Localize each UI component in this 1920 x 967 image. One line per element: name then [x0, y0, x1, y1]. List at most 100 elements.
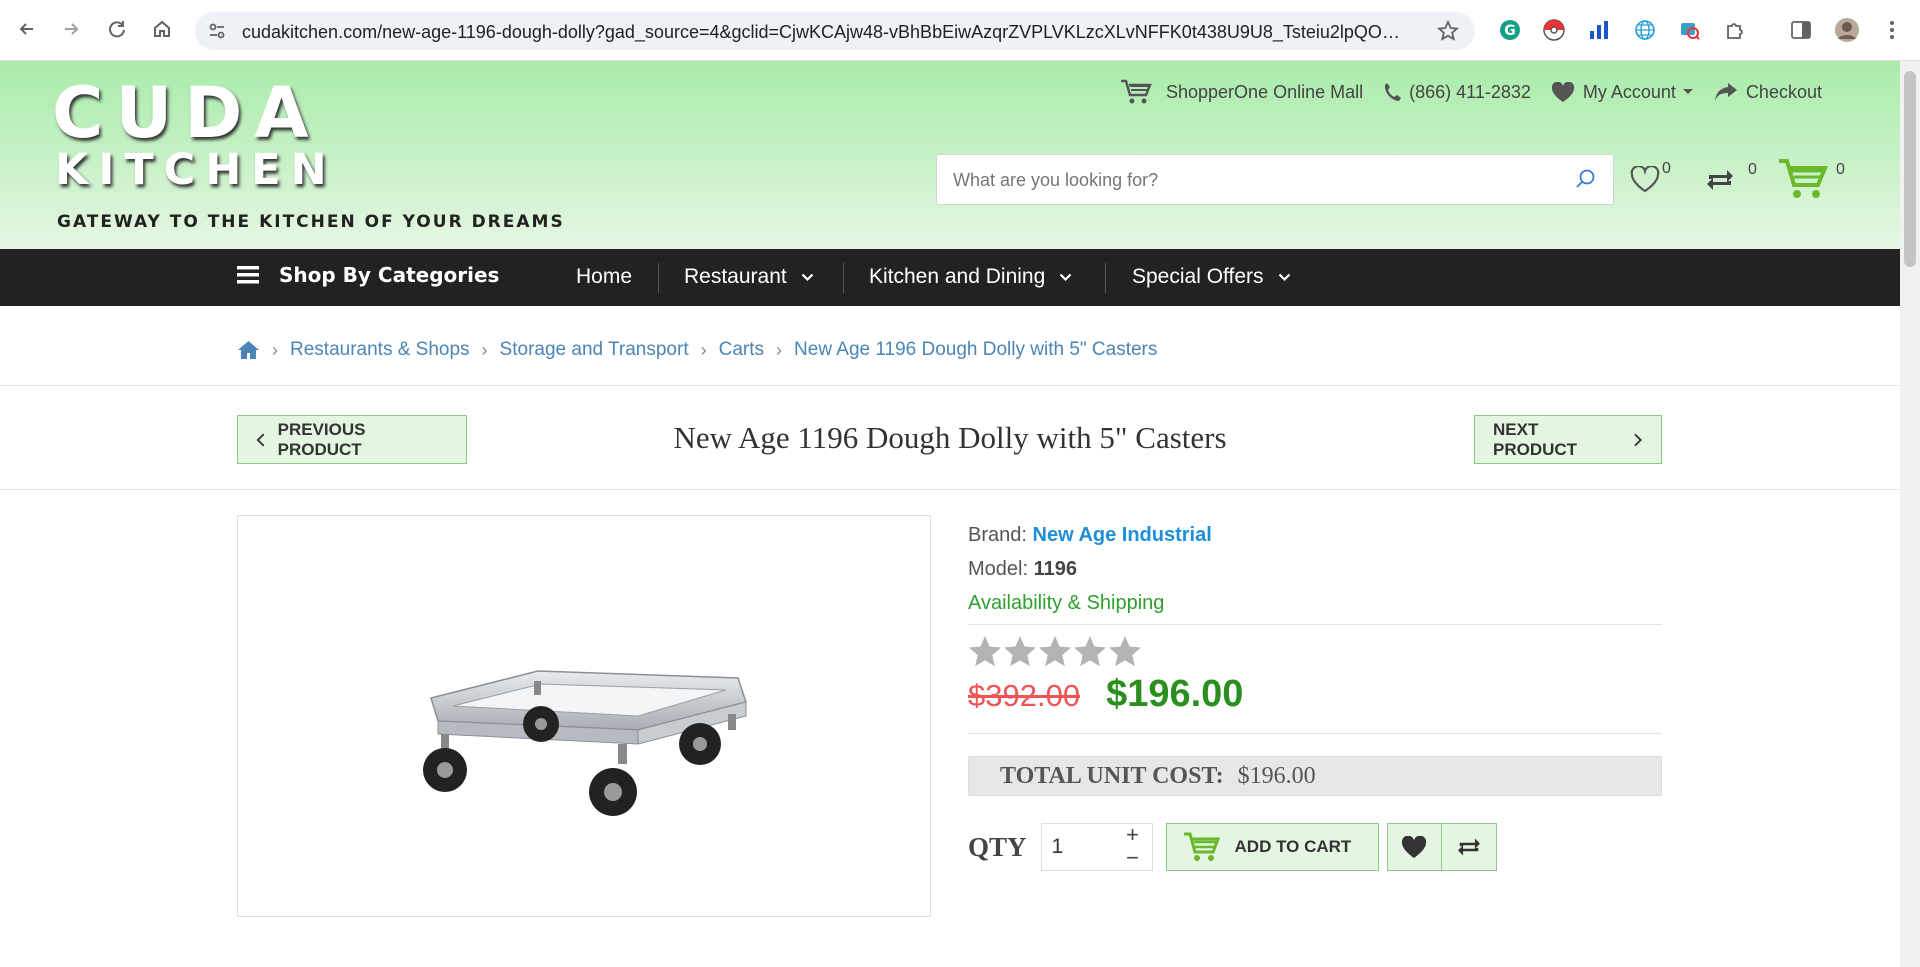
purchase-row: QTY + − ADD TO CART — [968, 823, 1662, 871]
grammarly-icon[interactable]: G — [1497, 17, 1523, 43]
globe-extension-icon[interactable] — [1632, 17, 1658, 43]
checkout-label: Checkout — [1745, 81, 1822, 102]
phone-number: (866) 411-2832 — [1409, 81, 1531, 102]
rating-stars[interactable] — [968, 635, 1662, 667]
my-account-label: My Account — [1582, 81, 1676, 102]
phone-link[interactable]: (866) 411-2832 — [1383, 82, 1531, 103]
chevron-down-icon — [1278, 273, 1290, 281]
model-row: Model: 1196 — [968, 552, 1662, 586]
availability-link[interactable]: Availability & Shipping — [968, 586, 1662, 620]
search-input[interactable] — [953, 167, 1553, 193]
add-to-cart-label: ADD TO CART — [1234, 837, 1352, 856]
nav-home[interactable]: Home — [576, 265, 632, 289]
shopping-cart-icon — [1121, 79, 1152, 104]
sale-price: $196.00 — [1106, 673, 1244, 715]
cart-icon — [1183, 832, 1220, 861]
side-panel-icon[interactable] — [1788, 17, 1814, 43]
chevron-down-icon — [1060, 273, 1072, 281]
product-image-frame[interactable] — [237, 515, 931, 917]
breadcrumb: › Restaurants & Shops › Storage and Tran… — [237, 339, 1157, 361]
heart-icon — [1551, 81, 1574, 102]
my-account-link[interactable]: My Account — [1551, 81, 1694, 103]
site-header: CUDA KITCHEN GATEWAY TO THE KITCHEN OF Y… — [0, 61, 1900, 249]
pokeball-extension-icon[interactable] — [1541, 17, 1567, 43]
caret-down-icon — [1682, 89, 1693, 94]
add-to-compare-button[interactable] — [1442, 824, 1496, 870]
add-to-cart-button[interactable]: ADD TO CART — [1165, 823, 1379, 871]
mall-link[interactable]: ShopperOne Online Mall — [1120, 79, 1363, 105]
top-links: ShopperOne Online Mall (866) 411-2832 My… — [1120, 79, 1842, 105]
nav-home-label: Home — [576, 265, 633, 288]
qty-label: QTY — [968, 831, 1027, 862]
url-text[interactable]: cudakitchen.com/new-age-1196-dough-dolly… — [242, 22, 1412, 43]
nav-divider — [658, 263, 659, 293]
nav-special-offers-label: Special Offers — [1132, 265, 1264, 288]
dough-dolly-image — [423, 670, 747, 816]
cart-icon — [1779, 159, 1828, 198]
browser-menu-icon[interactable] — [1879, 17, 1905, 43]
model-label: Model: — [968, 558, 1029, 580]
divider — [0, 489, 1900, 490]
quantity-stepper[interactable]: + − — [1040, 823, 1153, 871]
breadcrumb-item[interactable]: Restaurants & Shops — [290, 339, 470, 361]
breadcrumb-current[interactable]: New Age 1196 Dough Dolly with 5" Casters — [794, 339, 1157, 361]
compare-button[interactable]: 0 — [1706, 161, 1757, 193]
nav-special-offers[interactable]: Special Offers — [1132, 265, 1291, 289]
forward-icon[interactable] — [56, 14, 86, 44]
divider — [968, 733, 1662, 734]
main-navbar: Shop By Categories Home Restaurant Kitch… — [0, 249, 1900, 306]
shop-by-categories-button[interactable]: Shop By Categories — [237, 263, 499, 287]
breadcrumb-item[interactable]: Storage and Transport — [500, 339, 689, 361]
checkout-link[interactable]: Checkout — [1714, 82, 1822, 103]
divider — [968, 624, 1662, 625]
add-to-wishlist-button[interactable] — [1388, 824, 1442, 870]
nav-restaurant[interactable]: Restaurant — [684, 265, 814, 289]
next-product-label: NEXT PRODUCT — [1493, 419, 1578, 459]
page-scrollbar[interactable] — [1900, 61, 1920, 967]
reload-icon[interactable] — [102, 14, 132, 44]
mall-link-label: ShopperOne Online Mall — [1166, 81, 1364, 102]
breadcrumb-separator-icon: › — [481, 339, 488, 360]
nav-divider — [1105, 263, 1106, 293]
star-icon — [1109, 636, 1141, 667]
extensions-puzzle-icon[interactable] — [1722, 17, 1748, 43]
search-box[interactable] — [936, 154, 1614, 205]
logo-cuda[interactable]: CUDA — [52, 71, 321, 155]
model-value: 1196 — [1033, 558, 1077, 580]
search-icon[interactable] — [1575, 168, 1597, 195]
image-search-extension-icon[interactable] — [1677, 17, 1703, 43]
star-icon — [1004, 636, 1036, 667]
brand-label: Brand: — [968, 524, 1027, 546]
plus-icon[interactable]: + — [1123, 824, 1143, 846]
phone-icon — [1385, 83, 1402, 101]
quantity-input[interactable] — [1051, 835, 1112, 859]
logo-kitchen[interactable]: KITCHEN — [55, 145, 337, 195]
address-bar[interactable]: cudakitchen.com/new-age-1196-dough-dolly… — [195, 12, 1475, 50]
cart-count: 0 — [1836, 161, 1845, 178]
next-product-button[interactable]: NEXT PRODUCT — [1474, 415, 1662, 464]
nav-kitchen-and-dining[interactable]: Kitchen and Dining — [869, 265, 1072, 289]
site-info-icon[interactable] — [207, 21, 227, 46]
chevron-right-icon — [1634, 433, 1643, 446]
divider — [0, 385, 1900, 386]
brand-link[interactable]: New Age Industrial — [1033, 524, 1212, 546]
wishlist-heart-icon — [1630, 166, 1660, 193]
breadcrumb-separator-icon: › — [700, 339, 707, 360]
breadcrumb-home-icon[interactable] — [237, 340, 260, 360]
price-block: $392.00 $196.00 — [968, 673, 1662, 725]
wishlist-button[interactable]: 0 — [1630, 160, 1671, 193]
profile-avatar[interactable] — [1834, 17, 1860, 43]
bookmark-star-icon[interactable] — [1436, 19, 1460, 47]
total-unit-cost-value: $196.00 — [1237, 762, 1316, 789]
home-icon[interactable] — [147, 14, 177, 44]
minus-icon[interactable]: − — [1123, 847, 1143, 869]
hamburger-menu-icon — [237, 266, 259, 284]
scrollbar-thumb[interactable] — [1904, 71, 1916, 267]
share-arrow-icon — [1714, 83, 1737, 101]
back-icon[interactable] — [12, 14, 42, 44]
original-price: $392.00 — [968, 678, 1081, 713]
analytics-extension-icon[interactable] — [1586, 17, 1612, 43]
breadcrumb-item[interactable]: Carts — [719, 339, 764, 361]
product-info: Brand: New Age Industrial Model: 1196 Av… — [968, 518, 1662, 871]
cart-button[interactable]: 0 — [1778, 157, 1845, 201]
